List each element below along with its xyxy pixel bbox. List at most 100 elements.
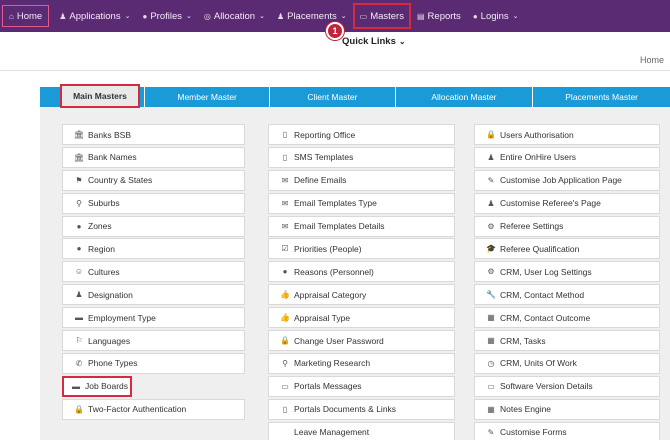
list-item-entire-onhire-users[interactable]: ♟ Entire OnHire Users bbox=[474, 146, 660, 168]
flag-icon: ⚑ bbox=[75, 175, 83, 185]
list-item-marketing-research[interactable]: ⚲ Marketing Research bbox=[268, 352, 455, 374]
list-item-job-boards[interactable]: ▬ Job Boards bbox=[62, 375, 132, 397]
calendar-icon: ▦ bbox=[487, 313, 495, 323]
nav-logins[interactable]: ● Logins ⌄ bbox=[467, 4, 525, 28]
list-item-label: Customise Job Application Page bbox=[500, 175, 622, 186]
list-item-suburbs[interactable]: ⚲ Suburbs bbox=[62, 192, 245, 214]
list-item-languages[interactable]: ⚐ Languages bbox=[62, 330, 245, 352]
nav-placements-label: Placements bbox=[287, 10, 337, 22]
quick-links-toggle[interactable]: Quick Links ⌄ bbox=[342, 36, 406, 47]
file-icon: ▯ bbox=[282, 404, 288, 414]
nav-masters[interactable]: ▭ Masters bbox=[352, 3, 411, 29]
list-item-phone-types[interactable]: ✆ Phone Types bbox=[62, 352, 245, 374]
nav-applications[interactable]: ♟ Applications ⌄ bbox=[53, 4, 136, 28]
list-item-email-templates-type[interactable]: ✉ Email Templates Type bbox=[268, 192, 455, 214]
list-item-referee-settings[interactable]: ⚙ Referee Settings bbox=[474, 215, 660, 237]
tab-allocation-master[interactable]: Allocation Master bbox=[394, 87, 533, 107]
list-item-label: Portals Documents & Links bbox=[294, 404, 397, 415]
list-item-label: Employment Type bbox=[88, 312, 156, 323]
edit-icon: ✎ bbox=[487, 175, 495, 185]
list-item-label: Zones bbox=[88, 221, 112, 232]
list-item-label: Suburbs bbox=[88, 198, 120, 209]
list-item-bank-names[interactable]: 🏛 Bank Names bbox=[62, 146, 245, 168]
chevron-down-icon: ⌄ bbox=[398, 37, 406, 46]
briefcase-icon: ▬ bbox=[75, 313, 83, 323]
list-item-reasons-personnel[interactable]: ● Reasons (Personnel) bbox=[268, 261, 455, 283]
list-item-define-emails[interactable]: ✉ Define Emails bbox=[268, 169, 455, 191]
breadcrumb[interactable]: Home bbox=[640, 55, 664, 65]
list-item-country-states[interactable]: ⚑ Country & States bbox=[62, 169, 245, 191]
list-item-two-factor-authentication[interactable]: 🔒 Two-Factor Authentication bbox=[62, 398, 245, 420]
list-item-label: Languages bbox=[88, 335, 131, 346]
monitor-icon: ▭ bbox=[487, 381, 495, 391]
clock-icon: ◷ bbox=[487, 358, 495, 368]
list-item-designation[interactable]: ♟ Designation bbox=[62, 284, 245, 306]
list-item-label: Define Emails bbox=[294, 175, 347, 186]
nav-masters-label: Masters bbox=[370, 10, 404, 22]
list-item-appraisal-category[interactable]: 👍 Appraisal Category bbox=[268, 284, 455, 306]
list-item-notes-engine[interactable]: ▦ Notes Engine bbox=[474, 398, 660, 420]
thumbs-up-icon: 👍 bbox=[280, 313, 290, 323]
divider bbox=[0, 70, 670, 71]
list-item-label: Customise Forms bbox=[500, 427, 567, 438]
list-item-reporting-office[interactable]: ▯ Reporting Office bbox=[268, 124, 455, 145]
list-item-label: Marketing Research bbox=[294, 358, 371, 369]
chevron-down-icon: ⌄ bbox=[124, 13, 131, 20]
list-item-label: Reporting Office bbox=[294, 129, 356, 140]
nav-allocation[interactable]: ◎ Allocation ⌄ bbox=[198, 4, 271, 28]
nav-home-label: Home bbox=[16, 10, 43, 22]
user-plus-icon: ♟ bbox=[276, 11, 285, 21]
list-item-sms-templates[interactable]: ▯ SMS Templates bbox=[268, 146, 455, 168]
list-item-label: Notes Engine bbox=[500, 404, 552, 415]
list-item-label: Reasons (Personnel) bbox=[294, 266, 374, 277]
list-item-appraisal-type[interactable]: 👍 Appraisal Type bbox=[268, 307, 455, 329]
list-item-banks-bsb[interactable]: 🏛 Banks BSB bbox=[62, 124, 245, 145]
nav-reports[interactable]: ▤ Reports bbox=[411, 4, 467, 28]
envelope-icon: ✉ bbox=[281, 221, 289, 231]
list-item-label: Appraisal Category bbox=[294, 289, 367, 300]
list-item-region[interactable]: ● Region bbox=[62, 238, 245, 260]
list-item-leave-management[interactable]: Leave Management bbox=[268, 421, 455, 440]
list-item-crm-tasks[interactable]: ▦ CRM, Tasks bbox=[474, 330, 660, 352]
list-item-crm-units-of-work[interactable]: ◷ CRM, Units Of Work bbox=[474, 352, 660, 374]
list-item-customise-forms[interactable]: ✎ Customise Forms bbox=[474, 421, 660, 440]
tab-placements-master[interactable]: Placements Master bbox=[532, 87, 670, 107]
list-item-change-user-password[interactable]: 🔒 Change User Password bbox=[268, 330, 455, 352]
globe-icon: ● bbox=[76, 244, 82, 254]
list-item-label: Referee Qualification bbox=[500, 243, 580, 254]
list-item-customise-referees-page[interactable]: ♟ Customise Referee's Page bbox=[474, 192, 660, 214]
masters-column-left: 🏛 Banks BSB 🏛 Bank Names ⚑ Country & States… bbox=[62, 124, 245, 422]
list-item-software-version-details[interactable]: ▭ Software Version Details bbox=[474, 375, 660, 397]
grid-icon: ▦ bbox=[487, 404, 495, 414]
list-item-zones[interactable]: ● Zones bbox=[62, 215, 245, 237]
list-item-employment-type[interactable]: ▬ Employment Type bbox=[62, 307, 245, 329]
search-icon: ⚲ bbox=[282, 358, 288, 368]
tab-main-masters[interactable]: Main Masters bbox=[60, 84, 140, 108]
list-item-crm-contact-outcome[interactable]: ▦ CRM, Contact Outcome bbox=[474, 307, 660, 329]
chevron-down-icon: ⌄ bbox=[512, 13, 519, 20]
mobile-icon: ▯ bbox=[282, 152, 288, 162]
list-item-portals-messages[interactable]: ▭ Portals Messages bbox=[268, 375, 455, 397]
list-item-priorities-people[interactable]: ☑ Priorities (People) bbox=[268, 238, 455, 260]
users-icon: ♟ bbox=[59, 11, 67, 21]
nav-allocation-label: Allocation bbox=[213, 10, 256, 22]
list-item-crm-user-log-settings[interactable]: ⚙ CRM, User Log Settings bbox=[474, 261, 660, 283]
list-item-label: Bank Names bbox=[88, 152, 137, 163]
thumbs-up-icon: 👍 bbox=[280, 290, 290, 300]
list-item-label: CRM, Units Of Work bbox=[500, 358, 577, 369]
list-item-referee-qualification[interactable]: 🎓 Referee Qualification bbox=[474, 238, 660, 260]
chevron-down-icon: ⌄ bbox=[259, 13, 265, 20]
list-item-cultures[interactable]: ☺ Cultures bbox=[62, 261, 245, 283]
list-item-portals-documents-links[interactable]: ▯ Portals Documents & Links bbox=[268, 398, 455, 420]
list-item-label: Banks BSB bbox=[88, 129, 131, 140]
list-item-crm-contact-method[interactable]: 🔧 CRM, Contact Method bbox=[474, 284, 660, 306]
list-item-users-authorisation[interactable]: 🔒 Users Authorisation bbox=[474, 124, 660, 145]
nav-home[interactable]: ⌂ Home bbox=[2, 5, 50, 27]
user-cog-icon: ♟ bbox=[487, 198, 495, 208]
list-item-email-templates-details[interactable]: ✉ Email Templates Details bbox=[268, 215, 455, 237]
nav-profiles[interactable]: ● Profiles ⌄ bbox=[136, 4, 197, 28]
list-item-customise-job-application-page[interactable]: ✎ Customise Job Application Page bbox=[474, 169, 660, 191]
tab-client-master[interactable]: Client Master bbox=[269, 87, 394, 107]
list-item-label: Cultures bbox=[88, 266, 120, 277]
tab-member-master[interactable]: Member Master bbox=[144, 87, 269, 107]
